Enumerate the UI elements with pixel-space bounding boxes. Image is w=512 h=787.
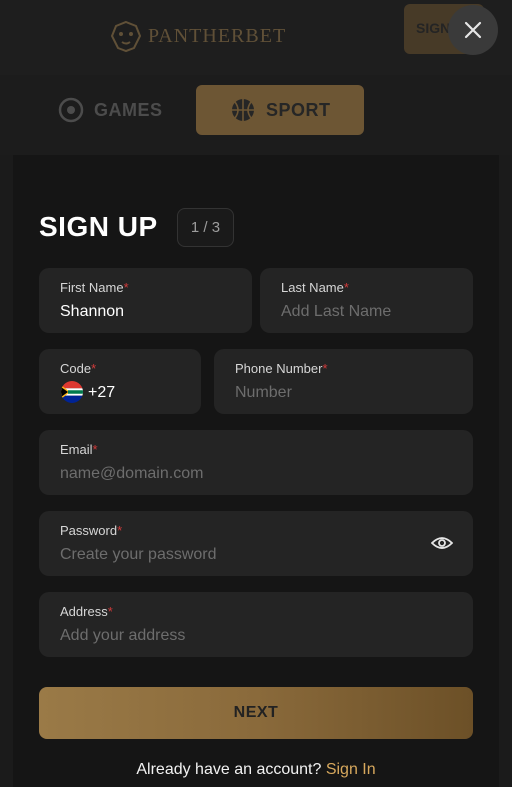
sign-in-link[interactable]: Sign In (326, 761, 376, 778)
step-indicator: 1 / 3 (177, 208, 234, 247)
basketball-icon (232, 99, 254, 121)
phone-placeholder: Number (235, 384, 292, 401)
email-placeholder: name@domain.com (60, 465, 204, 482)
last-name-label: Last Name (281, 280, 344, 295)
email-label: Email (60, 442, 93, 457)
footer-text: Already have an account? (136, 761, 322, 778)
signup-modal: SIGN UP 1 / 3 First Name* Shannon Last N… (13, 155, 499, 787)
site-header: PANTHERBET SIGN (0, 0, 512, 75)
required-marker: * (322, 361, 328, 376)
required-marker: * (117, 523, 123, 538)
tab-games[interactable]: GAMES (58, 85, 163, 135)
password-label: Password (60, 523, 118, 538)
phone-label: Phone Number (235, 361, 323, 376)
eye-icon[interactable] (431, 535, 453, 551)
modal-title: SIGN UP (39, 211, 158, 242)
address-placeholder: Add your address (60, 627, 186, 644)
pantherbet-logo[interactable]: PANTHERBET (108, 18, 286, 54)
last-name-placeholder: Add Last Name (281, 303, 392, 320)
close-icon (464, 21, 482, 39)
required-marker: * (92, 442, 98, 457)
phone-number-field[interactable]: Phone Number* Number (214, 349, 473, 414)
last-name-field[interactable]: Last Name* Add Last Name (260, 268, 473, 333)
logo-text: PANTHERBET (148, 24, 287, 47)
address-label: Address (60, 604, 108, 619)
signin-prompt: Already have an account? Sign In (13, 761, 499, 779)
first-name-field[interactable]: First Name* Shannon (39, 268, 252, 333)
country-code-select[interactable]: Code* +27 (39, 349, 201, 414)
first-name-label: First Name (60, 280, 124, 295)
category-tabs: GAMES SPORT (0, 75, 512, 186)
tab-sport-label: SPORT (266, 99, 331, 120)
code-label: Code (60, 361, 92, 376)
close-button[interactable] (448, 5, 498, 55)
required-marker: * (123, 280, 129, 295)
password-placeholder: Create your password (60, 546, 217, 563)
panther-head-icon (110, 20, 142, 53)
required-marker: * (107, 604, 113, 619)
required-marker: * (91, 361, 97, 376)
tab-sport[interactable]: SPORT (196, 85, 364, 135)
south-africa-flag-icon (61, 381, 83, 403)
email-field[interactable]: Email* name@domain.com (39, 430, 473, 495)
code-value: +27 (88, 384, 116, 401)
password-field[interactable]: Password* Create your password (39, 511, 473, 576)
address-field[interactable]: Address* Add your address (39, 592, 473, 657)
dice-icon (58, 97, 84, 123)
required-marker: * (343, 280, 349, 295)
tab-games-label: GAMES (94, 99, 163, 120)
first-name-value: Shannon (60, 303, 125, 320)
next-button[interactable]: NEXT (39, 687, 473, 739)
